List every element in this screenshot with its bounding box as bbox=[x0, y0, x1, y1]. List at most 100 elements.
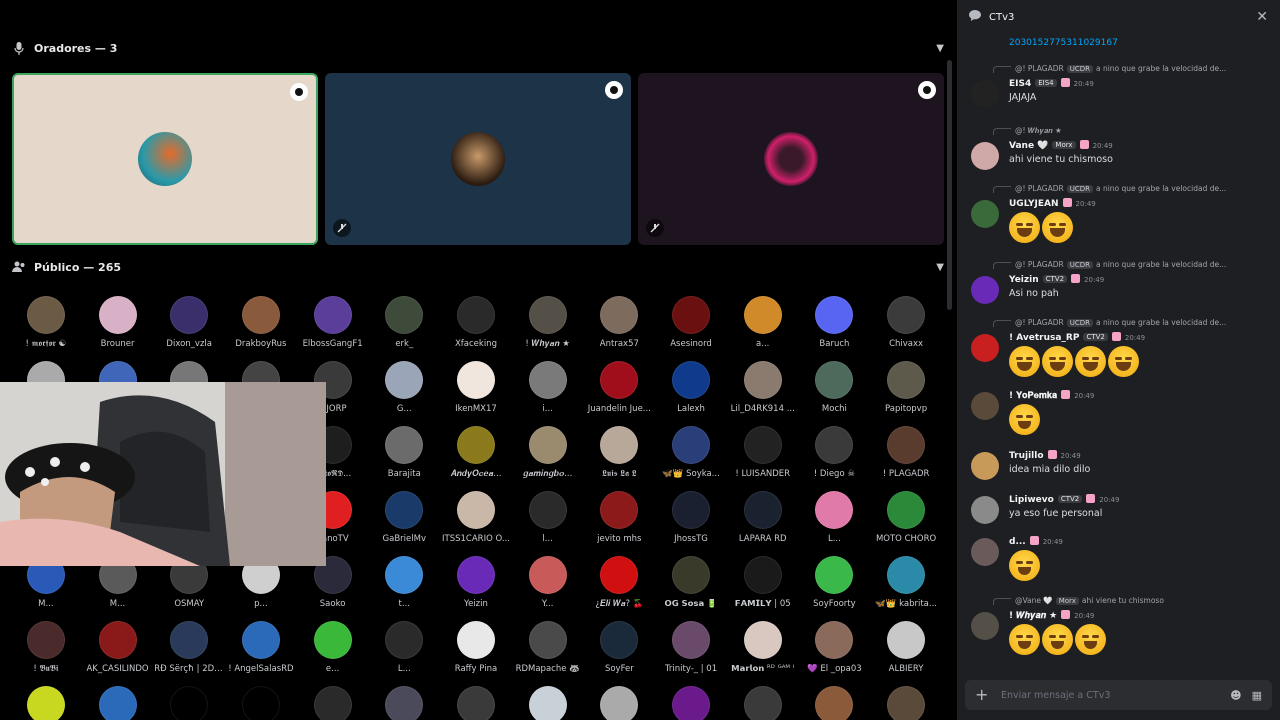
audience-member[interactable]: Papitopvp bbox=[870, 361, 942, 426]
audience-member[interactable]: L... bbox=[368, 621, 440, 686]
audience-member[interactable]: ! Diego ☠ bbox=[799, 426, 871, 491]
laughing-crying-emoji-icon[interactable] bbox=[1042, 346, 1073, 377]
audience-member[interactable]: 𝕷𝖚𝖎𝖘 𝕷𝖆 𝕷 bbox=[584, 426, 656, 491]
audience-member[interactable] bbox=[82, 686, 154, 720]
author-avatar[interactable] bbox=[971, 452, 999, 480]
member-avatar[interactable] bbox=[385, 491, 424, 529]
member-avatar[interactable] bbox=[600, 686, 639, 720]
member-avatar[interactable] bbox=[528, 491, 567, 529]
speaker-tile-1[interactable] bbox=[12, 73, 318, 245]
member-avatar[interactable] bbox=[743, 556, 782, 594]
speaker-tile-3[interactable] bbox=[638, 73, 944, 245]
author-name[interactable]: Yeizin bbox=[1009, 275, 1039, 285]
audience-member[interactable]: ! 𝕭𝖚𝕭𝖎 bbox=[10, 621, 82, 686]
audience-section-header[interactable]: Público — 265 ▼ bbox=[12, 257, 944, 277]
member-avatar[interactable] bbox=[456, 686, 495, 720]
audience-member[interactable] bbox=[153, 686, 225, 720]
audience-member[interactable]: GaBrielMv bbox=[368, 491, 440, 556]
audience-member[interactable]: t... bbox=[368, 556, 440, 621]
message-composer[interactable]: + Enviar mensaje a CTv3 ☻ ▦ bbox=[965, 680, 1272, 710]
member-avatar[interactable] bbox=[528, 361, 567, 399]
audience-member[interactable] bbox=[655, 686, 727, 720]
audience-member[interactable]: G... bbox=[368, 361, 440, 426]
author-avatar[interactable] bbox=[971, 142, 999, 170]
audience-member[interactable] bbox=[297, 686, 369, 720]
audience-member[interactable]: ¿𝑬𝒍𝒊 𝑾𝒂? 🍒 bbox=[584, 556, 656, 621]
speakers-section-header[interactable]: Oradores — 3 ▼ bbox=[12, 38, 944, 58]
speaker-tile-2[interactable] bbox=[325, 73, 631, 245]
author-name[interactable]: Vane 🤍 bbox=[1009, 141, 1048, 151]
audience-member[interactable]: i... bbox=[512, 361, 584, 426]
author-name[interactable]: Trujillo bbox=[1009, 451, 1044, 461]
author-avatar[interactable] bbox=[971, 392, 999, 420]
audience-member[interactable]: DrakboyRus bbox=[225, 296, 297, 361]
author-avatar[interactable] bbox=[971, 538, 999, 566]
audience-member[interactable] bbox=[584, 686, 656, 720]
audience-member[interactable] bbox=[727, 686, 799, 720]
audience-member[interactable] bbox=[512, 686, 584, 720]
member-avatar[interactable] bbox=[672, 556, 711, 594]
loudly-crying-emoji-icon[interactable] bbox=[1009, 550, 1040, 581]
audience-member[interactable]: Baruch bbox=[799, 296, 871, 361]
member-avatar[interactable] bbox=[600, 491, 639, 529]
member-avatar[interactable] bbox=[313, 686, 352, 720]
audience-member[interactable]: L... bbox=[799, 491, 871, 556]
member-avatar[interactable] bbox=[815, 361, 854, 399]
apps-icon[interactable]: ▦ bbox=[1252, 689, 1262, 702]
reply-author[interactable]: @! 𝑾𝒉𝒚𝒂𝒏 ★ bbox=[1015, 126, 1062, 135]
chevron-down-icon[interactable]: ▼ bbox=[936, 43, 944, 54]
audience-member[interactable] bbox=[368, 686, 440, 720]
audience-member[interactable]: Xfaceking bbox=[440, 296, 512, 361]
speaker-avatar[interactable] bbox=[138, 132, 192, 186]
loudly-crying-emoji-icon[interactable] bbox=[1009, 404, 1040, 435]
audience-member[interactable]: l... bbox=[512, 491, 584, 556]
member-avatar[interactable] bbox=[600, 296, 639, 334]
author-avatar[interactable] bbox=[971, 276, 999, 304]
member-avatar[interactable] bbox=[743, 426, 782, 464]
speaker-avatar[interactable] bbox=[451, 132, 505, 186]
author-avatar[interactable] bbox=[971, 612, 999, 640]
member-avatar[interactable] bbox=[456, 361, 495, 399]
audience-member[interactable]: 𝗢𝗚 𝗦𝗼𝘀𝗮 🔋 bbox=[655, 556, 727, 621]
member-avatar[interactable] bbox=[887, 686, 926, 720]
audience-member[interactable]: IkenMX17 bbox=[440, 361, 512, 426]
audience-member[interactable] bbox=[440, 686, 512, 720]
member-avatar[interactable] bbox=[385, 556, 424, 594]
member-avatar[interactable] bbox=[241, 296, 280, 334]
message-input[interactable]: Enviar mensaje a CTv3 bbox=[1001, 690, 1110, 701]
member-avatar[interactable] bbox=[887, 361, 926, 399]
audience-member[interactable]: RDMapache 🦝 bbox=[512, 621, 584, 686]
member-avatar[interactable] bbox=[26, 296, 65, 334]
member-avatar[interactable] bbox=[887, 491, 926, 529]
stage-scrollbar[interactable] bbox=[947, 60, 952, 310]
audience-member[interactable]: Asesinord bbox=[655, 296, 727, 361]
member-avatar[interactable] bbox=[313, 621, 352, 659]
audience-member[interactable]: ! AngelSalasRD bbox=[225, 621, 297, 686]
audience-member[interactable] bbox=[10, 686, 82, 720]
laughing-crying-emoji-icon[interactable] bbox=[1009, 212, 1040, 243]
member-avatar[interactable] bbox=[815, 296, 854, 334]
member-avatar[interactable] bbox=[672, 296, 711, 334]
loudly-crying-emoji-icon[interactable] bbox=[1009, 624, 1040, 655]
audience-member[interactable]: LAPARA RD bbox=[727, 491, 799, 556]
member-avatar[interactable] bbox=[528, 556, 567, 594]
guild-tag[interactable]: EIS4 bbox=[1035, 79, 1057, 87]
audience-member[interactable] bbox=[225, 686, 297, 720]
reply-preview[interactable]: @! 𝑾𝒉𝒚𝒂𝒏 ★ bbox=[993, 126, 1273, 138]
member-avatar[interactable] bbox=[672, 621, 711, 659]
member-avatar[interactable] bbox=[98, 621, 137, 659]
member-avatar[interactable] bbox=[385, 426, 424, 464]
audience-member[interactable]: Barajita bbox=[368, 426, 440, 491]
laughing-crying-emoji-icon[interactable] bbox=[1009, 346, 1040, 377]
audience-member[interactable]: ALBIERY bbox=[870, 621, 942, 686]
member-avatar[interactable] bbox=[456, 621, 495, 659]
author-name[interactable]: ! Avetrusa_RP bbox=[1009, 333, 1079, 343]
member-avatar[interactable] bbox=[815, 426, 854, 464]
audience-member[interactable]: RĐ Šërçħ | 2D ... bbox=[153, 621, 225, 686]
member-avatar[interactable] bbox=[26, 686, 65, 720]
member-avatar[interactable] bbox=[887, 296, 926, 334]
audience-member[interactable] bbox=[799, 686, 871, 720]
member-avatar[interactable] bbox=[600, 621, 639, 659]
member-avatar[interactable] bbox=[456, 556, 495, 594]
audience-member[interactable]: Juandelin Jue... bbox=[584, 361, 656, 426]
